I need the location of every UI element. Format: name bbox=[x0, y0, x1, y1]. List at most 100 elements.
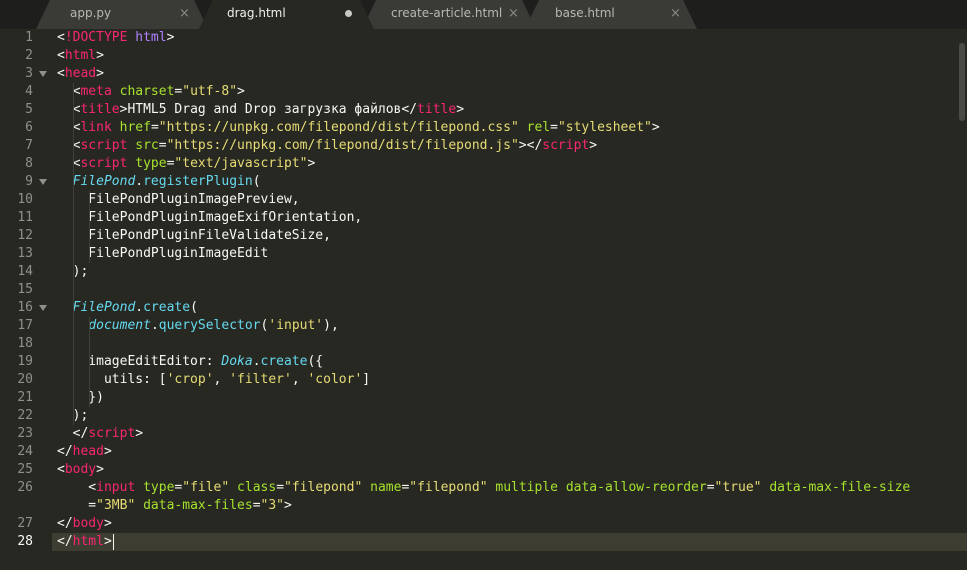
close-icon[interactable]: × bbox=[179, 6, 190, 21]
code-token: . bbox=[135, 300, 144, 315]
code-token: title bbox=[80, 102, 120, 117]
code-token: "3MB" bbox=[96, 498, 136, 513]
tab-label: base.html bbox=[555, 6, 615, 20]
fold-arrow-icon[interactable] bbox=[38, 173, 48, 191]
code-token: imageEditEditor: bbox=[57, 354, 222, 369]
code-token: script bbox=[88, 426, 136, 441]
code-token: ] bbox=[362, 372, 371, 387]
code-token: body bbox=[72, 516, 104, 531]
fold-arrow-icon[interactable] bbox=[38, 65, 48, 83]
code-token: ), bbox=[323, 318, 339, 333]
code-token: !DOCTYPE bbox=[64, 30, 128, 45]
code-line[interactable]: <script type="text/javascript"> bbox=[57, 155, 316, 173]
code-token: ({ bbox=[307, 354, 324, 369]
tab-label: create-article.html bbox=[391, 6, 503, 20]
code-token: data-max-file-size bbox=[769, 480, 911, 495]
code-token: script bbox=[542, 138, 590, 153]
code-token: > bbox=[307, 156, 316, 171]
code-token: > bbox=[589, 138, 598, 153]
code-token: create bbox=[143, 300, 191, 315]
code-token: < bbox=[57, 462, 65, 477]
code-line[interactable]: </body> bbox=[57, 515, 112, 533]
code-token: 'crop' bbox=[166, 372, 214, 387]
code-line[interactable]: FilePondPluginImagePreview, bbox=[57, 191, 299, 209]
code-editor[interactable]: 1 2 3 4 5 6 7 8 9 10 11 12 13 14 15 16 17 18 19 20 21 22 23 24 2… bbox=[0, 29, 967, 570]
code-line[interactable]: <link href="https://unpkg.com/filepond/d… bbox=[57, 119, 660, 137]
code-token: "3" bbox=[260, 498, 284, 513]
code-token: 'color' bbox=[307, 372, 363, 387]
code-line[interactable]: FilePondPluginFileValidateSize, bbox=[57, 227, 331, 245]
line-number: 3 bbox=[25, 66, 33, 81]
code-token: FilePondPluginFileValidateSize, bbox=[57, 228, 331, 243]
line-number: 17 bbox=[17, 318, 33, 333]
code-token: data-allow-reorder bbox=[565, 480, 707, 495]
line-number: 18 bbox=[17, 336, 33, 351]
current-line-highlight bbox=[0, 533, 967, 551]
tab-app-py[interactable]: app.py × bbox=[36, 0, 208, 29]
line-number: 2 bbox=[25, 48, 33, 63]
code-line[interactable]: <meta charset="utf-8"> bbox=[57, 83, 245, 101]
code-token: data-max-files bbox=[143, 498, 253, 513]
code-token: script bbox=[80, 156, 128, 171]
code-token: </ bbox=[57, 426, 89, 441]
code-token: head bbox=[72, 444, 104, 459]
line-number bbox=[0, 497, 33, 515]
line-number: 4 bbox=[25, 84, 33, 99]
close-icon[interactable]: × bbox=[508, 6, 519, 21]
tab-drag-html[interactable]: drag.html bbox=[199, 0, 374, 29]
fold-arrow-icon[interactable] bbox=[38, 299, 48, 317]
line-number: 15 bbox=[17, 282, 33, 297]
code-line[interactable]: imageEditEditor: Doka.create({ bbox=[57, 353, 323, 371]
code-line[interactable]: utils: ['crop', 'filter', 'color'] bbox=[57, 371, 370, 389]
code-line[interactable]: <title>HTML5 Drag and Drop загрузка файл… bbox=[57, 101, 464, 119]
code-token: FilePond bbox=[72, 300, 136, 315]
code-line[interactable]: <head> bbox=[57, 65, 104, 83]
code-token: registerPlugin bbox=[143, 174, 253, 189]
line-number: 7 bbox=[25, 138, 33, 153]
code-line[interactable]: <html> bbox=[57, 47, 104, 65]
code-token: }) bbox=[57, 390, 104, 405]
code-line[interactable]: document.querySelector('input'), bbox=[57, 317, 339, 335]
code-line[interactable]: ="3MB" data-max-files="3"> bbox=[57, 497, 292, 515]
code-token: 'filter' bbox=[229, 372, 292, 387]
code-line[interactable]: FilePond.create( bbox=[57, 299, 198, 317]
code-line[interactable]: <!DOCTYPE html> bbox=[57, 29, 174, 47]
code-line[interactable]: <script src="https://unpkg.com/filepond/… bbox=[57, 137, 597, 155]
line-number: 21 bbox=[17, 390, 33, 405]
tab-create-article-html[interactable]: create-article.html × bbox=[362, 0, 536, 29]
line-number: 25 bbox=[17, 462, 33, 477]
minimap-scrollbar[interactable] bbox=[959, 43, 965, 121]
line-number: 9 bbox=[25, 174, 33, 189]
tab-base-html[interactable]: base.html × bbox=[525, 0, 697, 29]
code-token: 'input' bbox=[268, 318, 324, 333]
indent-guide bbox=[89, 191, 90, 263]
code-line[interactable]: <body> bbox=[57, 461, 104, 479]
close-icon[interactable]: × bbox=[670, 6, 681, 21]
code-token: html bbox=[64, 48, 97, 63]
code-token: < bbox=[57, 48, 65, 63]
line-number: 14 bbox=[17, 264, 33, 279]
code-token: type bbox=[135, 156, 167, 171]
code-token: > bbox=[135, 426, 144, 441]
code-line[interactable]: FilePond.registerPlugin( bbox=[57, 173, 261, 191]
code-line[interactable]: </head> bbox=[57, 443, 112, 461]
unsaved-dot-icon[interactable] bbox=[345, 10, 352, 17]
code-line[interactable]: FilePondPluginImageExifOrientation, bbox=[57, 209, 362, 227]
code-line[interactable]: <input type="file" class="filepond" name… bbox=[57, 479, 910, 497]
code-token: > bbox=[166, 30, 175, 45]
line-number: 23 bbox=[17, 426, 33, 441]
code-token: = bbox=[57, 498, 97, 513]
code-token: , bbox=[213, 372, 230, 387]
code-token: = bbox=[150, 120, 159, 135]
code-line[interactable]: }) bbox=[57, 389, 104, 407]
code-token: FilePondPluginImageExifOrientation, bbox=[57, 210, 363, 225]
code-token: = bbox=[550, 120, 558, 135]
code-token: type bbox=[143, 480, 175, 495]
code-token: name bbox=[370, 480, 402, 495]
code-line[interactable]: </html> bbox=[57, 533, 112, 551]
code-line[interactable]: </script> bbox=[57, 425, 143, 443]
code-token: link bbox=[80, 120, 112, 135]
